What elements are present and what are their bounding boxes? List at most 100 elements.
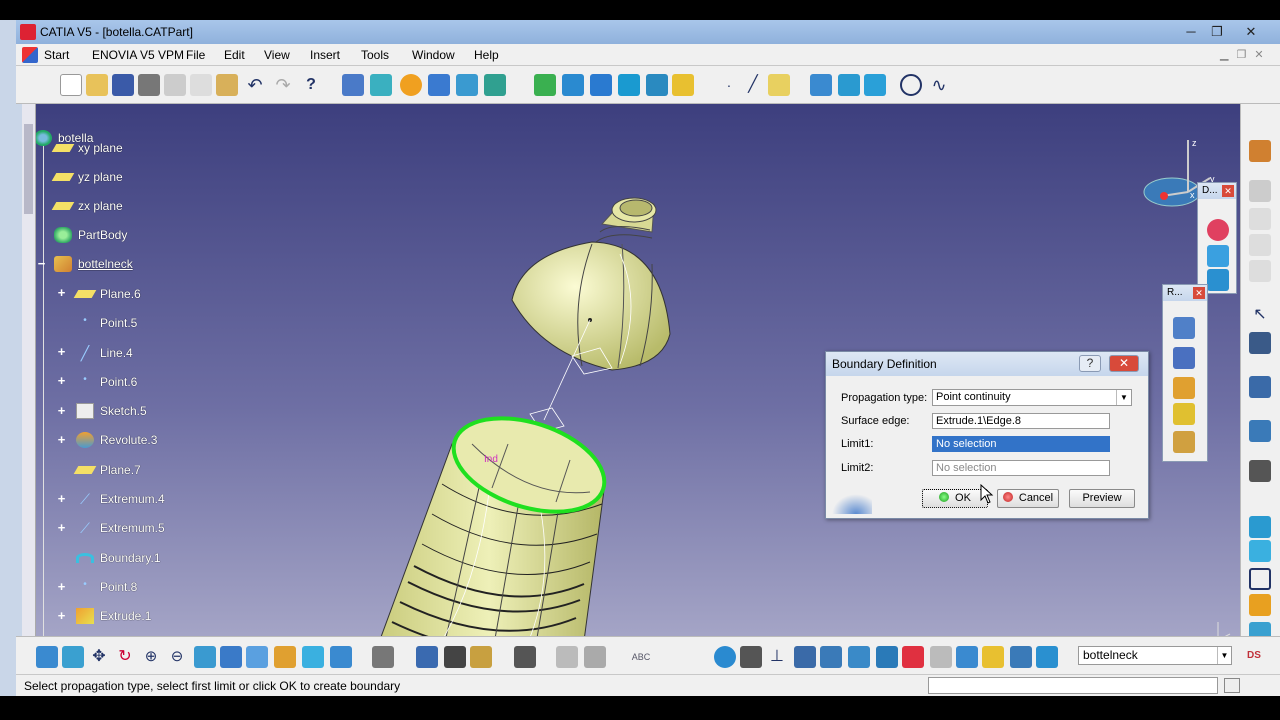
text-icon[interactable]: ABC (630, 646, 652, 668)
undo-icon[interactable]: ↶ (244, 74, 266, 96)
update-icon[interactable] (372, 646, 394, 668)
ok-button[interactable]: OK (922, 489, 988, 508)
circle-icon[interactable] (900, 74, 922, 96)
measure-icon[interactable] (1249, 460, 1271, 482)
translate-icon[interactable] (672, 74, 694, 96)
tree-item-point-6[interactable]: • Point.6 (76, 371, 137, 393)
fit-all-icon[interactable] (62, 646, 84, 668)
tree-item-line-4[interactable]: ╱ Line.4 (76, 342, 133, 364)
surface-edge-field[interactable]: Extrude.1\Edge.8 (932, 413, 1110, 429)
close-icon[interactable]: ✕ (1193, 287, 1205, 299)
limit2-field[interactable]: No selection (932, 460, 1110, 476)
menu-window[interactable]: Window (412, 48, 455, 62)
paste-icon[interactable] (216, 74, 238, 96)
render-icon[interactable] (1249, 540, 1271, 562)
close-button[interactable]: ✕ (1240, 23, 1262, 40)
connect-checker-icon[interactable] (1207, 219, 1229, 241)
command-input[interactable] (928, 677, 1218, 694)
shading-icon[interactable] (274, 646, 296, 668)
print-icon[interactable] (138, 74, 160, 96)
cancel-button[interactable]: Cancel (997, 489, 1059, 508)
open-icon[interactable] (86, 74, 108, 96)
fill-icon[interactable] (484, 74, 506, 96)
cut-plane-icon[interactable] (876, 646, 898, 668)
pattern-icon[interactable] (1173, 347, 1195, 369)
3d-compass-icon[interactable] (714, 646, 736, 668)
tree-item-point-5[interactable]: • Point.5 (76, 312, 137, 334)
multi-view-icon[interactable] (220, 646, 242, 668)
expand-icon[interactable]: + (56, 492, 67, 505)
zoom-in-icon[interactable]: ⊕ (140, 646, 162, 668)
sweep-icon[interactable] (456, 74, 478, 96)
quick-select-icon[interactable] (444, 646, 466, 668)
tree-item-sketch-5[interactable]: Sketch.5 (76, 400, 147, 422)
chevron-down-icon[interactable]: ▼ (1217, 647, 1231, 664)
current-body-icon[interactable] (1036, 646, 1058, 668)
hand-icon[interactable] (740, 646, 762, 668)
tree-item-partbody[interactable]: PartBody (54, 224, 127, 246)
menu-tools[interactable]: Tools (361, 48, 389, 62)
corner-icon[interactable] (1249, 420, 1271, 442)
surface-analysis-icon[interactable] (1207, 269, 1229, 291)
tree-item-extremum-4[interactable]: ⟋ Extremum.4 (76, 488, 165, 510)
tree-item-zx-plane[interactable]: zx plane (51, 195, 123, 217)
snap-icon[interactable] (584, 646, 606, 668)
tree-item-revolute-3[interactable]: Revolute.3 (76, 429, 157, 451)
section-icon[interactable] (848, 646, 870, 668)
curve-icon[interactable] (1249, 376, 1271, 398)
save-icon[interactable] (112, 74, 134, 96)
tree-item-plane-7[interactable]: Plane.7 (73, 459, 141, 481)
transform-icon[interactable] (1249, 332, 1271, 354)
trim-icon[interactable] (590, 74, 612, 96)
curve-analysis-icon[interactable] (1207, 245, 1229, 267)
expand-icon[interactable]: + (56, 345, 67, 358)
normal-view-icon[interactable] (194, 646, 216, 668)
spline-icon[interactable]: ∿ (928, 74, 950, 96)
rotate-icon[interactable]: ↻ (114, 646, 136, 668)
tree-item-bottelneck[interactable]: bottelneck (54, 253, 133, 275)
copy-icon[interactable] (190, 74, 212, 96)
hide-icon[interactable] (302, 646, 324, 668)
close-icon[interactable]: ✕ (1222, 185, 1234, 197)
collapse-icon[interactable]: − (36, 257, 47, 270)
tree-item-extrude-1[interactable]: Extrude.1 (76, 605, 151, 627)
dialog-help-button[interactable]: ? (1079, 355, 1101, 372)
tool-icon[interactable] (1249, 208, 1271, 230)
new-icon[interactable] (60, 74, 82, 96)
revolve-icon[interactable] (428, 74, 450, 96)
tree-item-point-8[interactable]: • Point.8 (76, 576, 137, 598)
align-icon[interactable] (794, 646, 816, 668)
boundary-tool-icon[interactable] (618, 74, 640, 96)
copy-format-icon[interactable] (416, 646, 438, 668)
grid-icon[interactable] (556, 646, 578, 668)
fly-icon[interactable] (36, 646, 58, 668)
redo-icon[interactable]: ↷ (272, 74, 294, 96)
zoom-out-icon[interactable]: ⊖ (166, 646, 188, 668)
wireframe-icon[interactable] (810, 74, 832, 96)
menu-edit[interactable]: Edit (224, 48, 245, 62)
plane-tool-icon[interactable] (768, 74, 790, 96)
projection-icon[interactable] (838, 74, 860, 96)
tree-scrollbar[interactable] (22, 104, 36, 656)
expand-icon[interactable]: + (56, 609, 67, 622)
scrollbar-thumb[interactable] (24, 124, 33, 214)
menu-file[interactable]: File (186, 48, 205, 62)
layer-icon[interactable] (956, 646, 978, 668)
tree-item-boundary-1[interactable]: Boundary.1 (76, 547, 161, 569)
cut-icon[interactable] (164, 74, 186, 96)
select-icon[interactable]: ↖ (1249, 304, 1271, 326)
dialog-close-button[interactable]: ✕ (1109, 355, 1139, 372)
expand-icon[interactable]: + (56, 521, 67, 534)
pan-icon[interactable]: ✥ (88, 646, 110, 668)
swap-visible-space-icon[interactable] (1249, 594, 1271, 616)
graph-icon[interactable] (1010, 646, 1032, 668)
hide-show-icon[interactable] (1249, 568, 1271, 590)
whats-this-icon[interactable]: ? (300, 74, 322, 96)
expand-icon[interactable]: + (56, 404, 67, 417)
split-icon[interactable] (562, 74, 584, 96)
object-repetition-icon[interactable] (1173, 377, 1195, 399)
instantiate-icon[interactable] (1173, 431, 1195, 453)
chevron-down-icon[interactable]: ▼ (1116, 390, 1131, 405)
repetition-icon[interactable] (1173, 317, 1195, 339)
join-icon[interactable] (534, 74, 556, 96)
